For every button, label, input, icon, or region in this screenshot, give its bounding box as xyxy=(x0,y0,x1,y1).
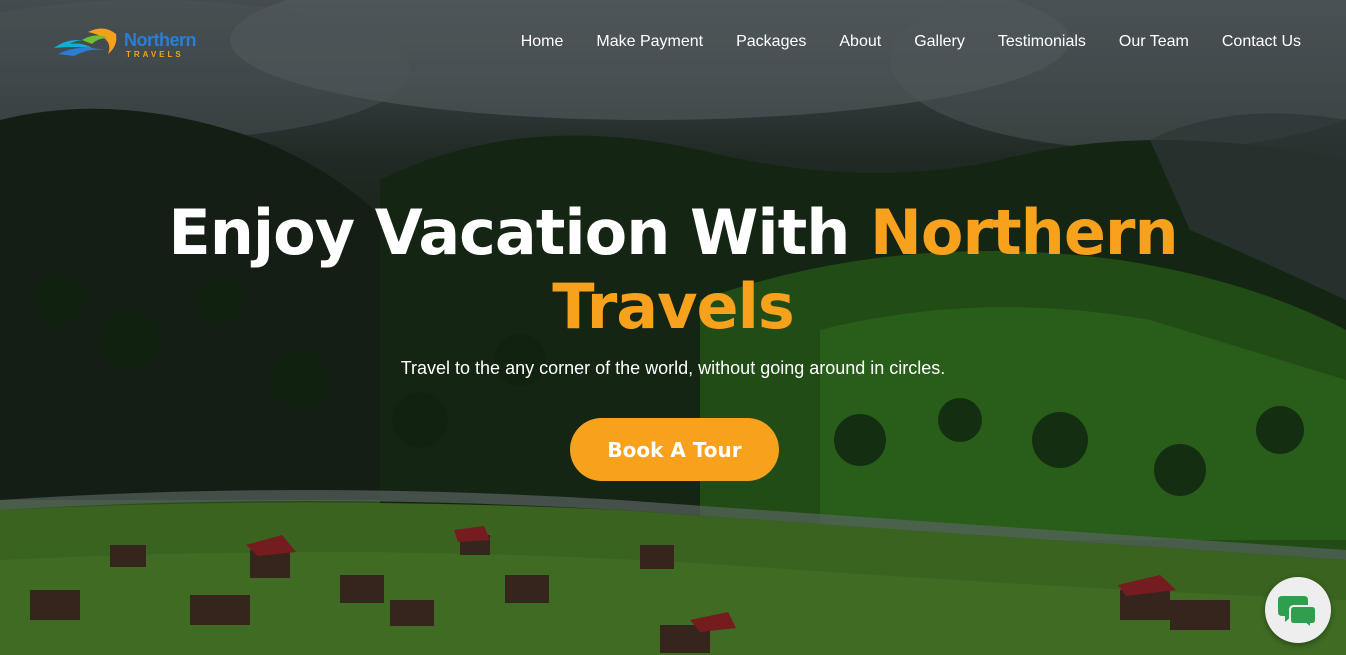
chat-bubbles-icon xyxy=(1278,596,1317,628)
nav-testimonials[interactable]: Testimonials xyxy=(998,33,1086,51)
logo-wordmark: Northern xyxy=(124,30,197,50)
headline-accent-travels: Travels xyxy=(552,270,795,343)
main-nav: Home Make Payment Packages About Gallery… xyxy=(488,33,1301,51)
hero-headline: Enjoy Vacation With Northern Travels xyxy=(0,196,1346,344)
headline-white-text: Enjoy Vacation With xyxy=(168,196,870,269)
nav-our-team[interactable]: Our Team xyxy=(1119,33,1189,51)
nav-about[interactable]: About xyxy=(839,33,881,51)
headline-accent-northern: Northern xyxy=(869,196,1179,269)
chat-widget-button[interactable] xyxy=(1265,577,1331,643)
nav-gallery[interactable]: Gallery xyxy=(914,33,965,51)
brand-logo[interactable]: Northern TRAVELS xyxy=(52,24,222,64)
nav-packages[interactable]: Packages xyxy=(736,33,806,51)
hero-subheading: Travel to the any corner of the world, w… xyxy=(400,358,946,378)
book-a-tour-button[interactable]: Book A Tour xyxy=(570,418,779,481)
wave-swoosh-logo-icon xyxy=(54,28,117,56)
nav-contact-us[interactable]: Contact Us xyxy=(1222,33,1301,51)
logo-subtitle: TRAVELS xyxy=(126,50,184,59)
nav-home[interactable]: Home xyxy=(521,33,564,51)
nav-make-payment[interactable]: Make Payment xyxy=(596,33,703,51)
